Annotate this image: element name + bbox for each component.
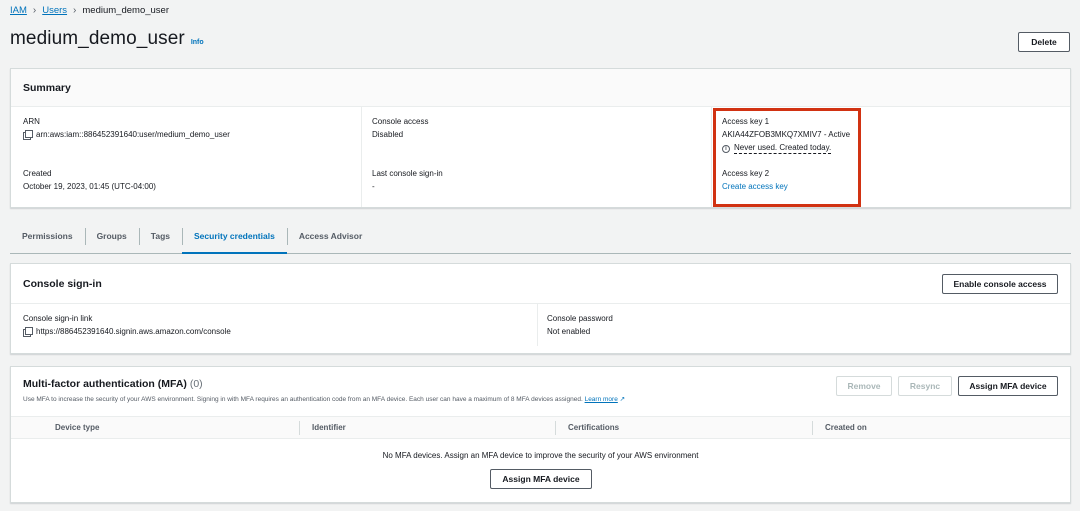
last-signin-value: -	[372, 182, 375, 191]
console-password-label: Console password	[547, 314, 613, 323]
console-signin-link-label: Console sign-in link	[23, 314, 93, 323]
console-signin-link-value: https://886452391640.signin.aws.amazon.c…	[36, 327, 231, 336]
tab-groups[interactable]: Groups	[84, 224, 139, 248]
created-label: Created	[23, 169, 52, 178]
console-access-label: Console access	[372, 117, 429, 126]
mfa-title: Multi-factor authentication (MFA)	[23, 378, 187, 390]
column-identifier[interactable]: Identifier	[312, 423, 346, 432]
mfa-table-header: Device type Identifier Certifications Cr…	[11, 417, 1070, 439]
breadcrumb-users-link[interactable]: Users	[42, 5, 67, 16]
tab-bar: Permissions Groups Tags Security credent…	[10, 224, 1071, 254]
console-password-value: Not enabled	[547, 327, 591, 336]
summary-col-identity: ARN arn:aws:iam::886452391640:user/mediu…	[23, 107, 363, 207]
column-created-on[interactable]: Created on	[825, 423, 867, 432]
console-signin-panel: Console sign-in Enable console access Co…	[10, 263, 1071, 354]
mfa-count: (0)	[189, 378, 203, 390]
breadcrumb-iam-link[interactable]: IAM	[10, 5, 27, 16]
breadcrumb-current: medium_demo_user	[82, 5, 169, 16]
mfa-empty-message: No MFA devices. Assign an MFA device to …	[382, 451, 699, 460]
enable-console-access-button[interactable]: Enable console access	[942, 273, 1058, 294]
chevron-right-icon: ›	[32, 5, 37, 16]
copy-icon[interactable]	[23, 130, 33, 140]
column-certifications[interactable]: Certifications	[568, 423, 619, 432]
arn-label: ARN	[23, 117, 40, 126]
title-row: medium_demo_user Info	[10, 28, 204, 50]
breadcrumb: IAM › Users › medium_demo_user	[10, 5, 169, 16]
tab-tags[interactable]: Tags	[138, 224, 182, 248]
created-value: October 19, 2023, 01:45 (UTC-04:00)	[23, 182, 156, 191]
access-keys-highlight	[713, 108, 861, 207]
mfa-description: Use MFA to increase the security of your…	[23, 396, 583, 403]
delete-button[interactable]: Delete	[1018, 32, 1070, 52]
summary-panel: Summary ARN arn:aws:iam::886452391640:us…	[10, 68, 1071, 208]
assign-mfa-device-button[interactable]: Assign MFA device	[958, 376, 1058, 396]
console-access-value: Disabled	[372, 130, 404, 139]
page-title: medium_demo_user	[10, 28, 185, 49]
copy-icon[interactable]	[23, 327, 33, 337]
column-device-type[interactable]: Device type	[55, 423, 99, 432]
external-link-icon: ↗	[619, 396, 626, 403]
mfa-panel: Multi-factor authentication (MFA) (0) Us…	[10, 366, 1071, 503]
summary-title: Summary	[11, 69, 1070, 107]
last-signin-label: Last console sign-in	[372, 169, 443, 178]
iam-user-page: IAM › Users › medium_demo_user medium_de…	[0, 0, 1080, 511]
arn-value: arn:aws:iam::886452391640:user/medium_de…	[36, 130, 230, 139]
remove-button[interactable]: Remove	[836, 376, 892, 396]
chevron-right-icon: ›	[73, 5, 77, 16]
assign-mfa-device-center-button[interactable]: Assign MFA device	[490, 469, 592, 489]
learn-more-link[interactable]: Learn more	[585, 396, 618, 403]
tab-security-credentials[interactable]: Security credentials	[182, 224, 287, 254]
info-link[interactable]: Info	[191, 39, 204, 46]
tab-access-advisor[interactable]: Access Advisor	[286, 224, 374, 248]
summary-col-console: Console access Disabled Last console sig…	[361, 107, 713, 207]
tab-permissions[interactable]: Permissions	[10, 224, 85, 248]
resync-button[interactable]: Resync	[898, 376, 952, 396]
console-signin-title: Console sign-in	[23, 277, 102, 290]
